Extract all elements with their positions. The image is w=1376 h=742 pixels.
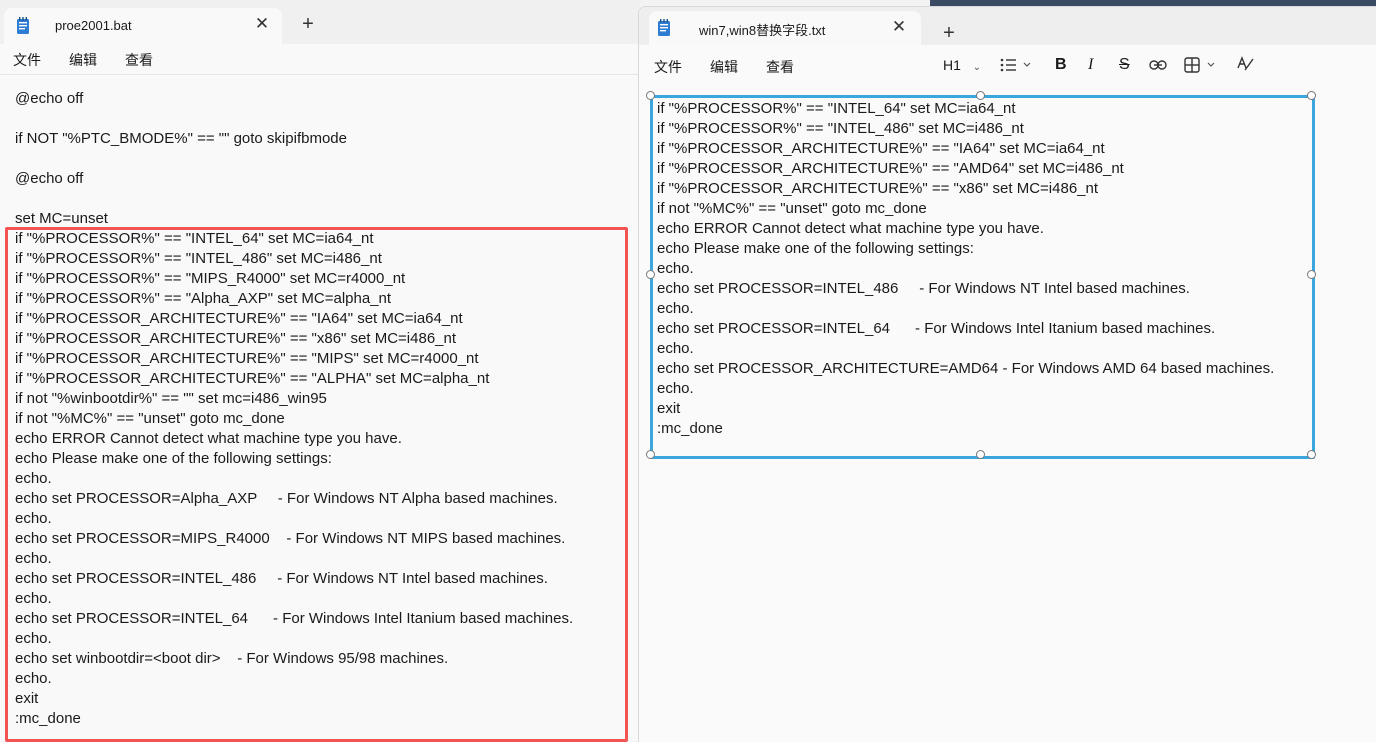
text-line: echo. <box>657 340 694 357</box>
strikethrough-icon[interactable]: S <box>1119 56 1130 74</box>
resize-handle-top-left[interactable] <box>646 91 655 100</box>
resize-handle-top[interactable] <box>976 91 985 100</box>
text-line: if "%PROCESSOR_ARCHITECTURE%" == "IA64" … <box>657 140 1105 157</box>
menu-edit[interactable]: 编辑 <box>710 57 738 77</box>
text-line: echo set PROCESSOR_ARCHITECTURE=AMD64 - … <box>657 360 1275 377</box>
new-tab-icon[interactable]: + <box>939 23 959 43</box>
resize-handle-bottom-left[interactable] <box>646 450 655 459</box>
resize-handle-bottom[interactable] <box>976 450 985 459</box>
chevron-down-icon: ⌄ <box>972 62 982 73</box>
heading-select-value: H1 <box>943 57 961 73</box>
text-line: echo. <box>657 300 694 317</box>
text-line: @echo off <box>15 170 84 187</box>
resize-handle-bottom-right[interactable] <box>1307 450 1316 459</box>
text-line: echo ERROR Cannot detect what machine ty… <box>657 220 1044 237</box>
notepad-icon <box>658 19 670 36</box>
menu-view[interactable]: 查看 <box>125 50 153 70</box>
notepad-icon <box>17 17 29 34</box>
italic-icon[interactable]: I <box>1088 56 1093 74</box>
menu-file[interactable]: 文件 <box>654 57 682 77</box>
text-line: @echo off <box>15 90 84 107</box>
tab-title: win7,win8替换字段.txt <box>699 23 826 38</box>
selected-text-frame[interactable]: if "%PROCESSOR%" == "INTEL_64" set MC=ia… <box>650 95 1315 459</box>
text-line: if not "%MC%" == "unset" goto mc_done <box>657 200 927 217</box>
notepad-window-left: proe2001.bat ✕ + 文件 编辑 查看 @echo off if NO… <box>0 0 640 742</box>
tab-proe2001[interactable]: proe2001.bat ✕ <box>4 8 282 44</box>
menu-edit[interactable]: 编辑 <box>69 50 97 70</box>
resize-handle-left[interactable] <box>646 270 655 279</box>
close-tab-icon[interactable]: ✕ <box>889 17 909 37</box>
notepad-window-right: win7,win8替换字段.txt ✕ + 文件 编辑 查看 H1 ⌄ B I … <box>638 6 1376 742</box>
menu-bar: 文件 编辑 查看 <box>0 44 640 75</box>
close-tab-icon[interactable]: ✕ <box>252 14 272 34</box>
new-tab-icon[interactable]: + <box>298 14 318 34</box>
text-line: :mc_done <box>657 420 723 437</box>
text-line: echo set PROCESSOR=INTEL_64 - For Window… <box>657 320 1216 337</box>
text-line: echo. <box>657 260 694 277</box>
text-line: exit <box>657 400 681 417</box>
tab-bar: win7,win8替换字段.txt ✕ + <box>639 7 1376 45</box>
tab-bar: proe2001.bat ✕ + <box>0 0 640 44</box>
table-icon[interactable] <box>1184 57 1220 73</box>
menu-file[interactable]: 文件 <box>13 50 41 70</box>
link-icon[interactable] <box>1149 59 1167 71</box>
text-line: if "%PROCESSOR_ARCHITECTURE%" == "AMD64"… <box>657 160 1124 177</box>
text-line: if NOT "%PTC_BMODE%" == "" goto skipifbm… <box>15 130 347 147</box>
text-line: if "%PROCESSOR%" == "INTEL_64" set MC=ia… <box>657 100 1016 117</box>
highlight-annotation-box <box>5 227 628 742</box>
text-line: echo Please make one of the following se… <box>657 240 974 257</box>
resize-handle-right[interactable] <box>1307 270 1316 279</box>
heading-select[interactable]: H1 ⌄ <box>943 57 981 73</box>
resize-handle-top-right[interactable] <box>1307 91 1316 100</box>
text-line: set MC=unset <box>15 210 108 227</box>
text-line: echo. <box>657 380 694 397</box>
tab-win7-win8[interactable]: win7,win8替换字段.txt ✕ <box>649 11 921 45</box>
menu-view[interactable]: 查看 <box>766 57 794 77</box>
text-line: echo set PROCESSOR=INTEL_486 - For Windo… <box>657 280 1190 297</box>
text-line: if "%PROCESSOR%" == "INTEL_486" set MC=i… <box>657 120 1024 137</box>
text-line: if "%PROCESSOR_ARCHITECTURE%" == "x86" s… <box>657 180 1099 197</box>
spellcheck-icon[interactable] <box>1237 56 1255 73</box>
bold-icon[interactable]: B <box>1055 56 1067 74</box>
list-icon[interactable] <box>1000 58 1034 72</box>
tab-title: proe2001.bat <box>55 18 132 33</box>
